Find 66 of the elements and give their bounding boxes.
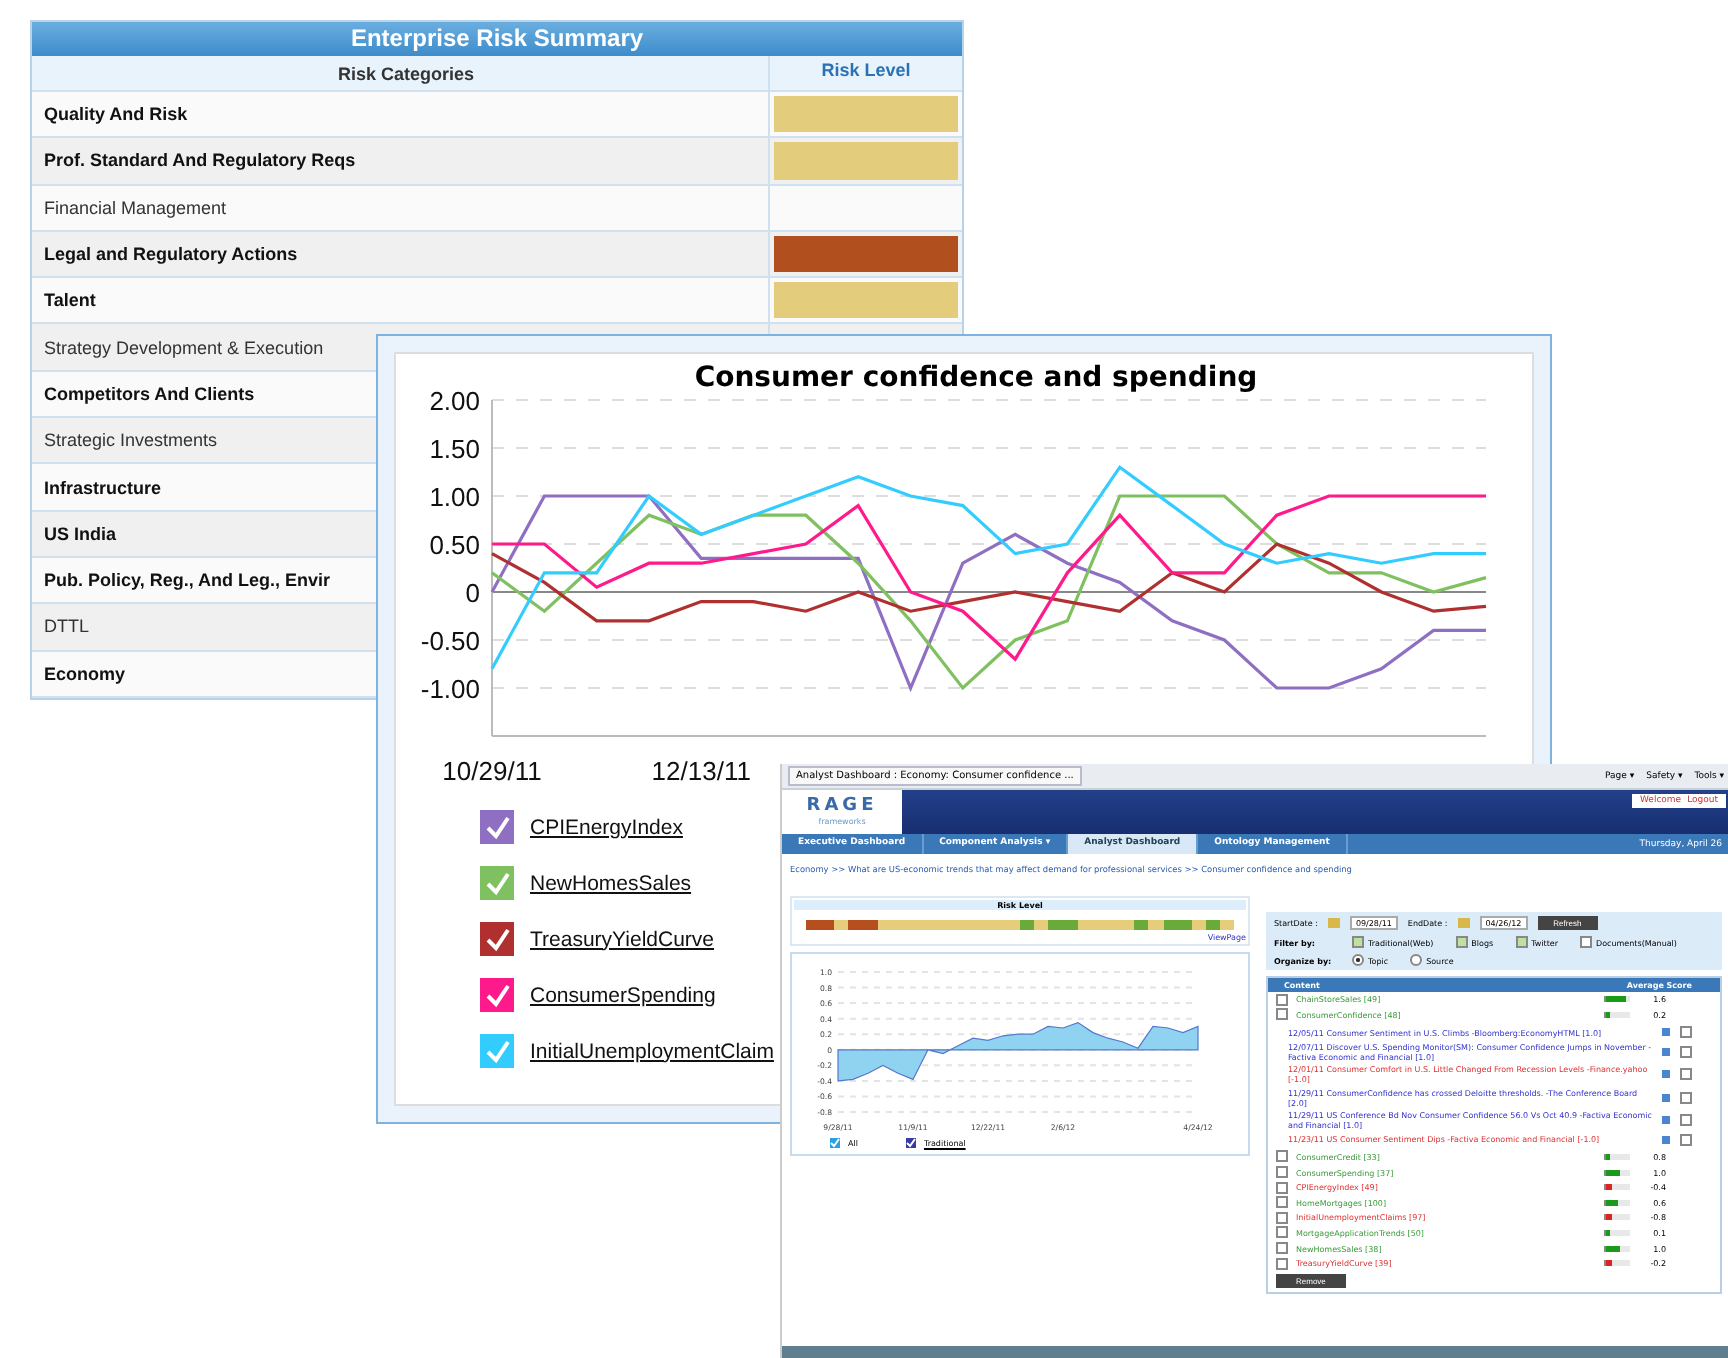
y-tick-label: 2.00	[429, 386, 480, 416]
y-tick-label: -1.00	[420, 674, 480, 704]
row-checkbox[interactable]	[1680, 1045, 1692, 1058]
legend-link[interactable]: InitialUnemploymentClaim	[530, 1039, 774, 1063]
row-checkbox[interactable]	[1276, 1150, 1288, 1163]
risk-category: Talent	[44, 290, 96, 311]
row-checkbox[interactable]	[1276, 1196, 1288, 1209]
column-header: Risk Level	[819, 58, 913, 84]
legend-checkbox[interactable]	[480, 866, 514, 900]
legend-link[interactable]: NewHomesSales	[530, 871, 692, 895]
chart-title: Consumer confidence and spending	[694, 362, 1258, 394]
risk-category: Competitors And Clients	[44, 383, 255, 404]
risk-category: US India	[44, 523, 117, 544]
y-tick-label: -0.50	[420, 626, 480, 656]
info-icon[interactable]	[1662, 1047, 1670, 1056]
row-checkbox[interactable]	[1276, 1166, 1288, 1179]
row-checkbox[interactable]	[1276, 1242, 1288, 1255]
legend-checkbox[interactable]	[480, 922, 514, 956]
legend-link[interactable]: TreasuryYieldCurve	[530, 927, 715, 951]
risk-category: Pub. Policy, Reg., And Leg., Envir	[44, 570, 331, 591]
risk-category: Prof. Standard And Regulatory Reqs	[44, 150, 356, 171]
row-checkbox[interactable]	[1276, 1257, 1288, 1270]
filter-checkbox[interactable]	[1515, 936, 1528, 948]
row-checkbox[interactable]	[1276, 1226, 1288, 1239]
legend-checkbox[interactable]	[905, 1138, 916, 1148]
row-checkbox[interactable]	[1680, 1091, 1692, 1104]
row-checkbox[interactable]	[1276, 1211, 1288, 1224]
legend-checkbox[interactable]	[480, 1034, 514, 1068]
row-checkbox[interactable]	[1276, 1008, 1288, 1021]
column-header: Risk Categories	[32, 56, 770, 90]
filter-checkbox[interactable]	[1580, 936, 1593, 948]
y-tick-label: 1.50	[429, 434, 480, 464]
row-checkbox[interactable]	[1680, 1133, 1692, 1146]
y-tick-label: 1.00	[429, 482, 480, 512]
row-checkbox[interactable]	[1680, 1068, 1692, 1081]
filter-checkbox[interactable]	[1352, 936, 1364, 948]
info-icon[interactable]	[1662, 1070, 1670, 1079]
row-checkbox[interactable]	[1276, 1181, 1288, 1194]
row-checkbox[interactable]	[1276, 993, 1288, 1006]
risk-category: Strategic Investments	[44, 430, 218, 451]
info-icon[interactable]	[1662, 1135, 1670, 1144]
row-checkbox[interactable]	[1680, 1026, 1692, 1039]
radio-button[interactable]	[1352, 954, 1364, 966]
legend-link[interactable]: CPIEnergyIndex	[530, 815, 683, 839]
risk-category: Quality And Risk	[44, 104, 188, 125]
radio-button[interactable]	[1410, 954, 1423, 966]
info-icon[interactable]	[1662, 1116, 1670, 1125]
y-tick-label: 0.50	[429, 530, 480, 560]
info-icon[interactable]	[1662, 1028, 1670, 1037]
legend-checkbox[interactable]	[480, 978, 514, 1012]
legend-checkbox[interactable]	[830, 1138, 840, 1148]
risk-category: Legal and Regulatory Actions	[44, 244, 298, 265]
risk-category: Economy	[44, 663, 126, 684]
x-tick-label: 12/13/11	[651, 756, 751, 786]
risk-category: Strategy Development & Execution	[44, 337, 324, 358]
x-tick-label: 10/29/11	[442, 756, 542, 786]
risk-category: Infrastructure	[44, 477, 162, 498]
table-title: Enterprise Risk Summary	[32, 22, 962, 56]
risk-category: DTTL	[44, 616, 89, 637]
info-icon[interactable]	[1662, 1093, 1670, 1102]
filter-checkbox[interactable]	[1455, 936, 1468, 948]
row-checkbox[interactable]	[1680, 1114, 1692, 1127]
y-tick-label: 0	[465, 578, 480, 608]
risk-category: Financial Management	[44, 197, 227, 218]
legend-checkbox[interactable]	[480, 810, 514, 844]
legend-link[interactable]: ConsumerSpending	[530, 983, 716, 1007]
